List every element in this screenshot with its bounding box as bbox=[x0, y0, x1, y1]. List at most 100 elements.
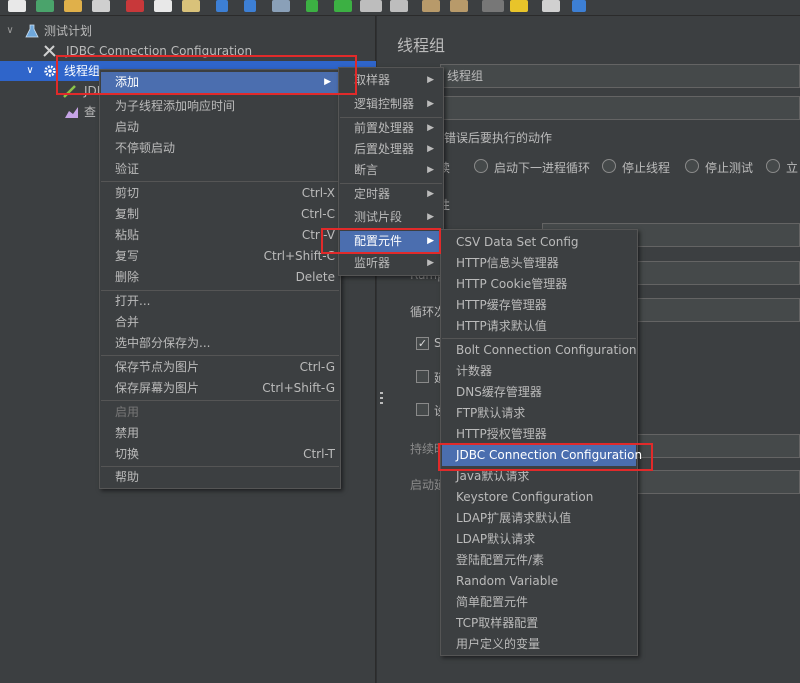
function-helper-icon[interactable] bbox=[542, 0, 560, 12]
config-item-simple-config[interactable]: 简单配置元件 bbox=[442, 592, 636, 613]
start-next-loop-radio[interactable] bbox=[474, 159, 488, 173]
config-item-bolt-connection[interactable]: Bolt Connection Configuration bbox=[442, 340, 637, 361]
scheduler-checkbox[interactable] bbox=[416, 403, 429, 416]
chevron-down-icon[interactable]: ∨ bbox=[24, 61, 36, 81]
submenu-item-sampler[interactable]: 取样器 ▶ bbox=[340, 70, 442, 91]
menu-item-label: 用户定义的变量 bbox=[456, 637, 541, 651]
menu-item-validate[interactable]: 验证 bbox=[101, 159, 339, 180]
config-item-ftp-request-defaults[interactable]: FTP默认请求 bbox=[442, 403, 636, 424]
config-item-http-request-defaults[interactable]: HTTP请求默认值 bbox=[442, 316, 636, 337]
clear-icon[interactable] bbox=[422, 0, 440, 12]
collapse-icon[interactable] bbox=[244, 0, 256, 12]
menu-item-toggle[interactable]: 切换 Ctrl-T bbox=[101, 444, 339, 465]
menu-item-cut[interactable]: 剪切 Ctrl-X bbox=[101, 183, 339, 204]
stop-test-label[interactable]: 停止测试 bbox=[705, 159, 753, 176]
tree-item-label: 查 bbox=[84, 105, 97, 119]
toggle-icon[interactable] bbox=[272, 0, 290, 12]
start-next-loop-label[interactable]: 启动下一进程循环 bbox=[494, 159, 590, 176]
toolbar bbox=[0, 0, 800, 16]
config-item-dns-cache-manager[interactable]: DNS缓存管理器 bbox=[442, 382, 636, 403]
save-icon[interactable] bbox=[92, 0, 110, 12]
copy-icon[interactable] bbox=[154, 0, 172, 12]
submenu-item-timer[interactable]: 定时器 ▶ bbox=[340, 184, 442, 205]
menu-item-copy[interactable]: 复制 Ctrl-C bbox=[101, 204, 339, 225]
submenu-item-logic-controller[interactable]: 逻辑控制器 ▶ bbox=[340, 94, 442, 115]
menu-item-save-node-image[interactable]: 保存节点为图片 Ctrl-G bbox=[101, 357, 339, 378]
config-item-user-defined-variables[interactable]: 用户定义的变量 bbox=[442, 634, 636, 655]
cut-icon[interactable] bbox=[126, 0, 144, 12]
submenu-item-listener[interactable]: 监听器 ▶ bbox=[340, 253, 442, 274]
config-item-http-cookie-manager[interactable]: HTTP Cookie管理器 bbox=[442, 274, 636, 295]
submenu-item-assertion[interactable]: 断言 ▶ bbox=[340, 160, 442, 181]
start-no-pause-icon[interactable] bbox=[334, 0, 352, 12]
menu-item-start-no-pause[interactable]: 不停顿启动 bbox=[101, 138, 339, 159]
config-item-ldap-defaults[interactable]: LDAP默认请求 bbox=[442, 529, 636, 550]
stop-test-now-label[interactable]: 立 bbox=[786, 159, 798, 176]
menu-item-help[interactable]: 帮助 bbox=[101, 467, 339, 488]
menu-item-label: 断言 bbox=[354, 163, 379, 177]
menu-item-open[interactable]: 打开... bbox=[101, 291, 339, 312]
menu-item-add-response-time[interactable]: 为子线程添加响应时间 bbox=[101, 96, 339, 117]
clear-all-icon[interactable] bbox=[450, 0, 468, 12]
config-item-jdbc-connection[interactable]: JDBC Connection Configuration bbox=[442, 445, 642, 466]
menu-item-delete[interactable]: 删除 Delete bbox=[101, 267, 339, 288]
stop-thread-radio[interactable] bbox=[602, 159, 616, 173]
config-item-java-request-defaults[interactable]: Java默认请求 bbox=[442, 466, 636, 487]
config-item-http-cache-manager[interactable]: HTTP缓存管理器 bbox=[442, 295, 636, 316]
shortcut-label: Ctrl-C bbox=[300, 207, 335, 221]
splitter-grip-icon[interactable] bbox=[380, 392, 383, 406]
shortcut-label: Ctrl+Shift-G bbox=[262, 381, 335, 395]
chevron-down-icon[interactable]: ∨ bbox=[4, 21, 16, 41]
submenu-item-pre-processor[interactable]: 前置处理器 ▶ bbox=[340, 118, 442, 139]
menu-item-label: 保存节点为图片 bbox=[115, 360, 200, 374]
chevron-right-icon: ▶ bbox=[427, 212, 434, 222]
new-icon[interactable] bbox=[8, 0, 26, 12]
delay-thread-checkbox[interactable] bbox=[416, 370, 429, 383]
name-field[interactable]: 线程组 bbox=[440, 64, 800, 88]
reset-search-icon[interactable] bbox=[510, 0, 528, 12]
config-item-random-variable[interactable]: Random Variable bbox=[442, 571, 636, 592]
start-icon[interactable] bbox=[306, 0, 318, 12]
menu-item-enable: 启用 bbox=[101, 402, 339, 423]
submenu-item-test-fragment[interactable]: 测试片段 ▶ bbox=[340, 207, 442, 228]
tree-item-jdbc-config[interactable]: JDBC Connection Configuration bbox=[0, 41, 376, 61]
config-item-csv-data-set[interactable]: CSV Data Set Config bbox=[442, 232, 636, 253]
tree-item-test-plan[interactable]: ∨ 测试计划 bbox=[0, 21, 376, 41]
help-icon[interactable] bbox=[572, 0, 586, 12]
config-item-http-auth-manager[interactable]: HTTP授权管理器 bbox=[442, 424, 636, 445]
menu-separator bbox=[101, 181, 339, 182]
menu-item-label: 不停顿启动 bbox=[115, 141, 176, 155]
menu-item-label: 剪切 bbox=[115, 186, 140, 200]
menu-item-label: 选中部分保存为... bbox=[115, 336, 211, 350]
config-item-counter[interactable]: 计数器 bbox=[442, 361, 636, 382]
menu-item-duplicate[interactable]: 复写 Ctrl+Shift-C bbox=[101, 246, 339, 267]
config-item-keystore[interactable]: Keystore Configuration bbox=[442, 487, 636, 508]
expand-icon[interactable] bbox=[216, 0, 228, 12]
templates-icon[interactable] bbox=[36, 0, 54, 12]
menu-item-merge[interactable]: 合并 bbox=[101, 312, 339, 333]
menu-item-start[interactable]: 启动 bbox=[101, 117, 339, 138]
menu-item-label: 启用 bbox=[115, 405, 140, 419]
menu-item-save-screen-image[interactable]: 保存屏幕为图片 Ctrl+Shift-G bbox=[101, 378, 339, 399]
config-item-login-config[interactable]: 登陆配置元件/素 bbox=[442, 550, 636, 571]
stop-icon[interactable] bbox=[360, 0, 382, 12]
stop-thread-label[interactable]: 停止线程 bbox=[622, 159, 670, 176]
stop-test-radio[interactable] bbox=[685, 159, 699, 173]
stop-test-now-radio[interactable] bbox=[766, 159, 780, 173]
open-icon[interactable] bbox=[64, 0, 82, 12]
menu-item-add[interactable]: 添加 ▶ bbox=[101, 72, 339, 93]
paste-icon[interactable] bbox=[182, 0, 200, 12]
search-icon[interactable] bbox=[482, 0, 504, 12]
menu-item-save-selection[interactable]: 选中部分保存为... bbox=[101, 333, 339, 354]
submenu-item-post-processor[interactable]: 后置处理器 ▶ bbox=[340, 139, 442, 160]
chevron-right-icon: ▶ bbox=[324, 77, 331, 87]
menu-item-disable[interactable]: 禁用 bbox=[101, 423, 339, 444]
config-item-tcp-sampler-config[interactable]: TCP取样器配置 bbox=[442, 613, 636, 634]
submenu-item-config-element[interactable]: 配置元件 ▶ bbox=[340, 231, 442, 252]
menu-item-paste[interactable]: 粘贴 Ctrl-V bbox=[101, 225, 339, 246]
comments-field[interactable] bbox=[440, 96, 800, 120]
config-item-http-header-manager[interactable]: HTTP信息头管理器 bbox=[442, 253, 636, 274]
config-item-ldap-extended-defaults[interactable]: LDAP扩展请求默认值 bbox=[442, 508, 636, 529]
same-user-checkbox[interactable]: ✓ bbox=[416, 337, 429, 350]
shutdown-icon[interactable] bbox=[390, 0, 408, 12]
